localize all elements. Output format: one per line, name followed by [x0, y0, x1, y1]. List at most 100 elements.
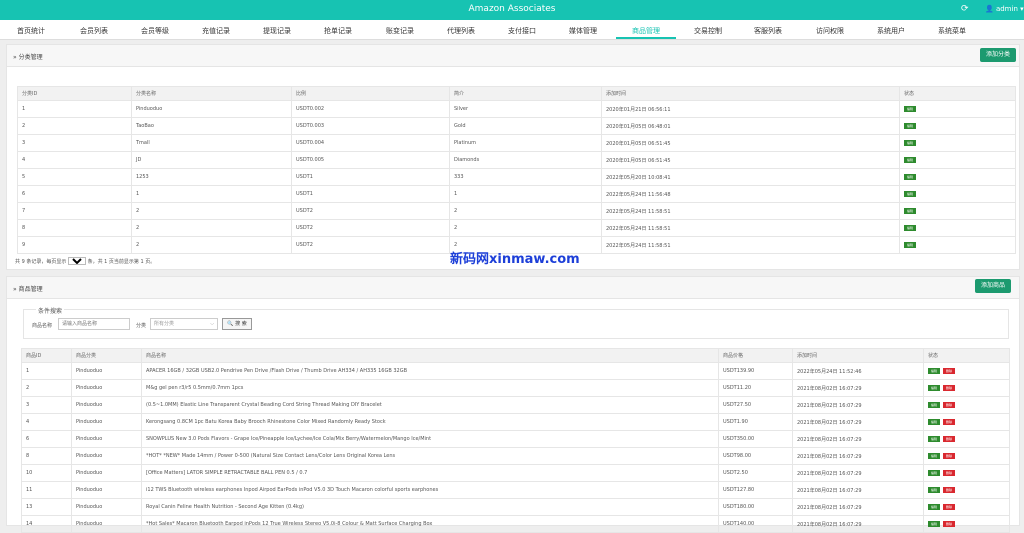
table-cell: 2020年01月21日 06:56:11 [601, 100, 900, 118]
category-filter-select[interactable]: 所有分类 ⌵ [150, 318, 218, 330]
nav-tab-14[interactable]: 系统用户 [877, 26, 905, 36]
table-cell: 编辑 [899, 202, 1016, 220]
table-cell: 2 [17, 117, 132, 135]
table-cell: 2020年01月05日 06:51:45 [601, 134, 900, 152]
nav-tab-11[interactable]: 交易控制 [694, 26, 722, 36]
delete-button[interactable]: 删除 [943, 402, 955, 408]
nav-tab-5[interactable]: 抢单记录 [324, 26, 352, 36]
nav-tab-12[interactable]: 客服列表 [754, 26, 782, 36]
nav-tab-7[interactable]: 代理列表 [447, 26, 475, 36]
delete-button[interactable]: 删除 [943, 504, 955, 510]
table-cell: USDT0.003 [291, 117, 450, 135]
edit-button[interactable]: 编辑 [904, 191, 916, 197]
nav-tab-4[interactable]: 提现记录 [263, 26, 291, 36]
table-cell: 2 [131, 202, 292, 220]
table-cell: 1 [449, 185, 602, 203]
edit-button[interactable]: 编辑 [928, 436, 940, 442]
table-cell: 编辑 [899, 100, 1016, 118]
nav-tab-1[interactable]: 会员列表 [80, 26, 108, 36]
delete-button[interactable]: 删除 [943, 385, 955, 391]
user-icon: 👤 [985, 5, 994, 13]
nav-tab-9[interactable]: 媒体管理 [569, 26, 597, 36]
edit-button[interactable]: 编辑 [928, 419, 940, 425]
edit-button[interactable]: 编辑 [904, 123, 916, 129]
table-cell: USDT2 [291, 236, 450, 254]
table-row: 1 Pinduoduo USDT0.002 Silver 2020年01月21日 06:… [17, 100, 1016, 118]
table-cell: Pinduoduo [71, 430, 142, 448]
edit-button[interactable]: 编辑 [904, 174, 916, 180]
delete-button[interactable]: 删除 [943, 368, 955, 374]
table-cell: USDT11.20 [718, 379, 793, 397]
table-cell: USDT0.005 [291, 151, 450, 169]
table-cell: SNOWPLUS New 3.0 Pods Flavors - Grape Ic… [141, 430, 719, 448]
nav-tab-3[interactable]: 充值记录 [202, 26, 230, 36]
nav-tab-0[interactable]: 首页统计 [17, 26, 45, 36]
table-cell: 2022年05月24日 11:58:51 [601, 219, 900, 237]
edit-button[interactable]: 编辑 [904, 242, 916, 248]
nav-tab-15[interactable]: 系统菜单 [938, 26, 966, 36]
table-cell: 2021年08月02日 16:07:29 [792, 379, 924, 397]
edit-button[interactable]: 编辑 [904, 140, 916, 146]
main-nav: 首页统计 会员列表 会员等级 充值记录 提现记录 抢单记录 账变记录 代理列表 支付接口 媒体管理… [0, 20, 1024, 40]
table-cell: USDT27.50 [718, 396, 793, 414]
edit-button[interactable]: 编辑 [928, 385, 940, 391]
edit-button[interactable]: 编辑 [928, 470, 940, 476]
table-cell: 2020年01月05日 06:48:01 [601, 117, 900, 135]
add-goods-button[interactable]: 添加商品 [975, 279, 1011, 293]
nav-tab-6[interactable]: 账变记录 [386, 26, 414, 36]
table-cell: 编辑 删除 [923, 464, 1010, 482]
chevron-down-icon: ⌵ [210, 321, 214, 327]
edit-button[interactable]: 编辑 [928, 368, 940, 374]
add-category-button[interactable]: 添加分类 [980, 48, 1016, 62]
table-cell: 2 [449, 219, 602, 237]
table-cell: 2 [131, 219, 292, 237]
edit-button[interactable]: 编辑 [904, 208, 916, 214]
delete-button[interactable]: 删除 [943, 436, 955, 442]
delete-button[interactable]: 删除 [943, 453, 955, 459]
table-cell: 编辑 删除 [923, 362, 1010, 380]
table-cell: Diamonds [449, 151, 602, 169]
delete-button[interactable]: 删除 [943, 487, 955, 493]
table-cell: Pinduoduo [71, 481, 142, 499]
delete-button[interactable]: 删除 [943, 470, 955, 476]
edit-button[interactable]: 编辑 [904, 106, 916, 112]
table-cell: Silver [449, 100, 602, 118]
category-panel-title: » 分类管理 [13, 54, 43, 61]
goods-col-header: 商品ID [21, 348, 72, 363]
nav-tab-8[interactable]: 支付接口 [508, 26, 536, 36]
nav-tab-10[interactable]: 商品管理 [632, 26, 660, 36]
nav-tab-2[interactable]: 会员等级 [141, 26, 169, 36]
search-button[interactable]: 🔍 搜 索 [222, 318, 252, 330]
goods-col-header: 商品价格 [718, 348, 793, 363]
edit-button[interactable]: 编辑 [928, 487, 940, 493]
goods-table: 商品ID 商品分类 商品名称 商品价格 添加时间 状态 1 Pinduoduo APACER … [21, 348, 1010, 533]
page-size-select[interactable]: 20 [67, 257, 86, 265]
table-row: 1 Pinduoduo APACER 16GB / 32GB USB2.0 Pend… [21, 362, 1010, 380]
table-cell: 2021年08月02日 16:07:29 [792, 481, 924, 499]
top-bar: Amazon Associates ⟳ 👤 admin ▾ [0, 0, 1024, 20]
table-cell: 2021年08月02日 16:07:29 [792, 515, 924, 533]
category-filter-label: 分类 [136, 323, 147, 329]
table-cell: USDT127.80 [718, 481, 793, 499]
table-cell: 编辑 删除 [923, 396, 1010, 414]
edit-button[interactable]: 编辑 [904, 225, 916, 231]
table-cell: 8 [17, 219, 132, 237]
table-cell: 2021年08月02日 16:07:29 [792, 464, 924, 482]
refresh-icon[interactable]: ⟳ [961, 4, 969, 14]
table-cell: 编辑 删除 [923, 413, 1010, 431]
table-cell: 编辑 删除 [923, 430, 1010, 448]
edit-button[interactable]: 编辑 [904, 157, 916, 163]
table-cell: 2 [449, 202, 602, 220]
edit-button[interactable]: 编辑 [928, 402, 940, 408]
user-menu[interactable]: 👤 admin ▾ [985, 5, 1024, 13]
table-row: 7 2 USDT2 2 2022年05月24日 11:58:51 编辑 [17, 202, 1016, 220]
goods-name-input[interactable] [58, 318, 130, 330]
nav-tab-13[interactable]: 访问权限 [816, 26, 844, 36]
category-panel-header: » 分类管理 [7, 45, 1019, 67]
pager-suffix: 条，共 1 页当前显示第 1 页。 [87, 259, 156, 265]
edit-button[interactable]: 编辑 [928, 453, 940, 459]
table-cell: *Hot Sales* Macaron Bluetooth Earpod inP… [141, 515, 719, 533]
goods-panel: » 商品管理 添加商品 条件搜索 商品名称 分类 所有分类⌵ 🔍 搜 索 商品I… [6, 276, 1020, 533]
delete-button[interactable]: 删除 [943, 419, 955, 425]
edit-button[interactable]: 编辑 [928, 504, 940, 510]
